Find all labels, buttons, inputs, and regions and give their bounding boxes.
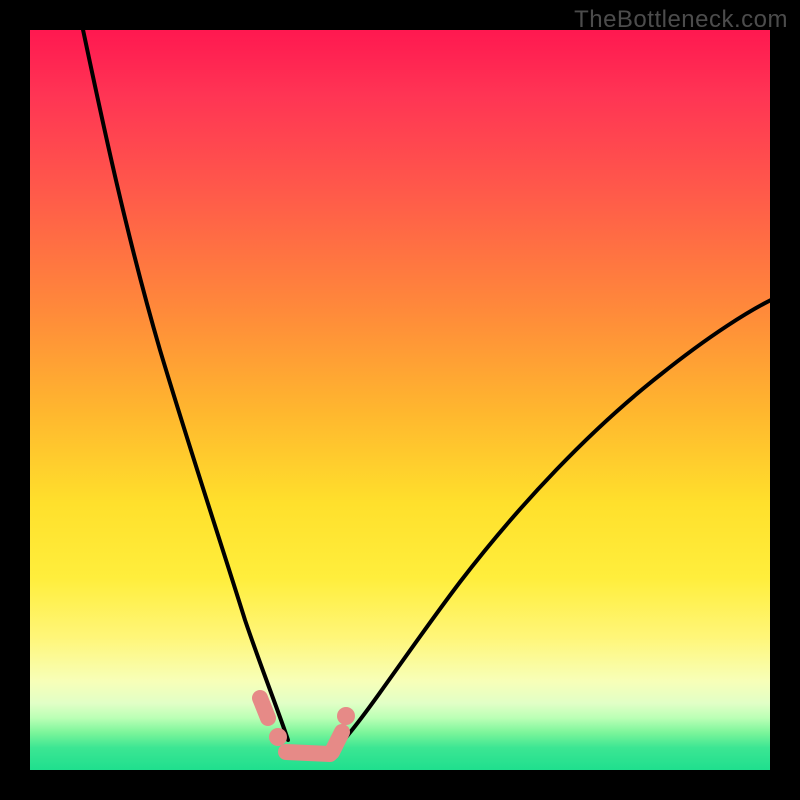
plot-area bbox=[30, 30, 770, 770]
bottleneck-curve-right bbox=[342, 298, 770, 742]
bottleneck-curve-left bbox=[82, 30, 288, 740]
highlight-dot bbox=[260, 698, 268, 718]
watermark-text: TheBottleneck.com bbox=[574, 6, 788, 34]
chart-frame: TheBottleneck.com bbox=[0, 0, 800, 800]
highlight-dot bbox=[337, 707, 355, 725]
highlight-segment bbox=[332, 732, 342, 752]
highlight-segment bbox=[286, 752, 330, 754]
highlight-dot bbox=[269, 728, 287, 746]
chart-svg bbox=[30, 30, 770, 770]
